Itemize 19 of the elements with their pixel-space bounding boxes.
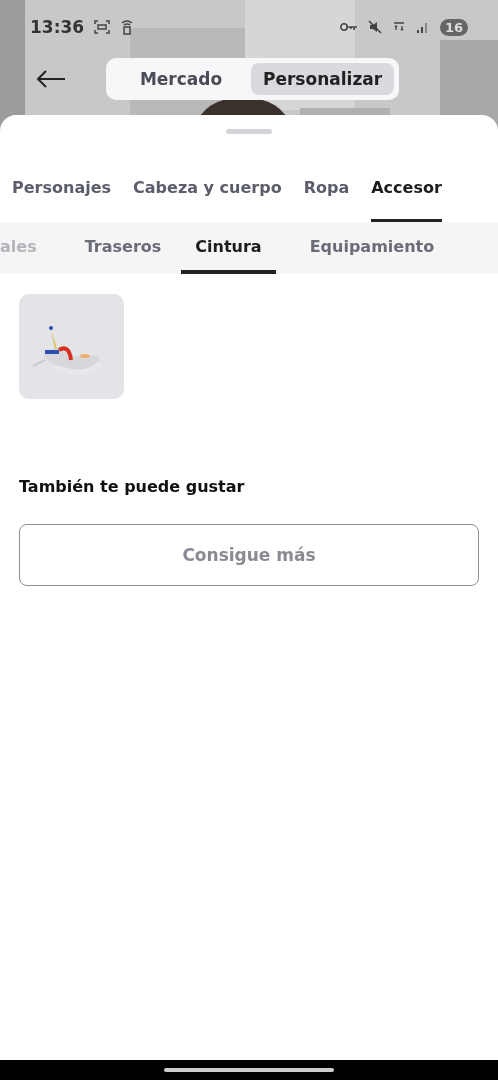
section-title: También te puede gustar [18, 476, 246, 496]
signal-icon [415, 20, 430, 34]
subcategory-tab[interactable]: Equipamiento [295, 222, 449, 274]
segment-tab[interactable]: Mercado [111, 63, 251, 95]
hotspot-icon [120, 19, 135, 35]
category-tab[interactable]: Cabeza y cuerpo [133, 178, 282, 222]
status-time: 13:36 [30, 17, 85, 37]
key-icon [339, 22, 358, 32]
home-indicator[interactable] [164, 1068, 334, 1072]
category-tab[interactable]: Personajes [12, 178, 112, 222]
back-arrow-icon[interactable] [36, 70, 66, 88]
category-tab[interactable]: Ropa [303, 178, 350, 222]
subcategory-tab[interactable]: Cintura [181, 222, 276, 274]
screenshot-icon [94, 20, 111, 34]
subcategory-tab[interactable]: Traseros [70, 222, 176, 274]
drag-handle[interactable] [226, 129, 272, 134]
get-more-button[interactable]: Consigue más [19, 524, 479, 586]
segment-tab[interactable]: Personalizar [251, 63, 395, 95]
mute-icon [367, 20, 382, 34]
